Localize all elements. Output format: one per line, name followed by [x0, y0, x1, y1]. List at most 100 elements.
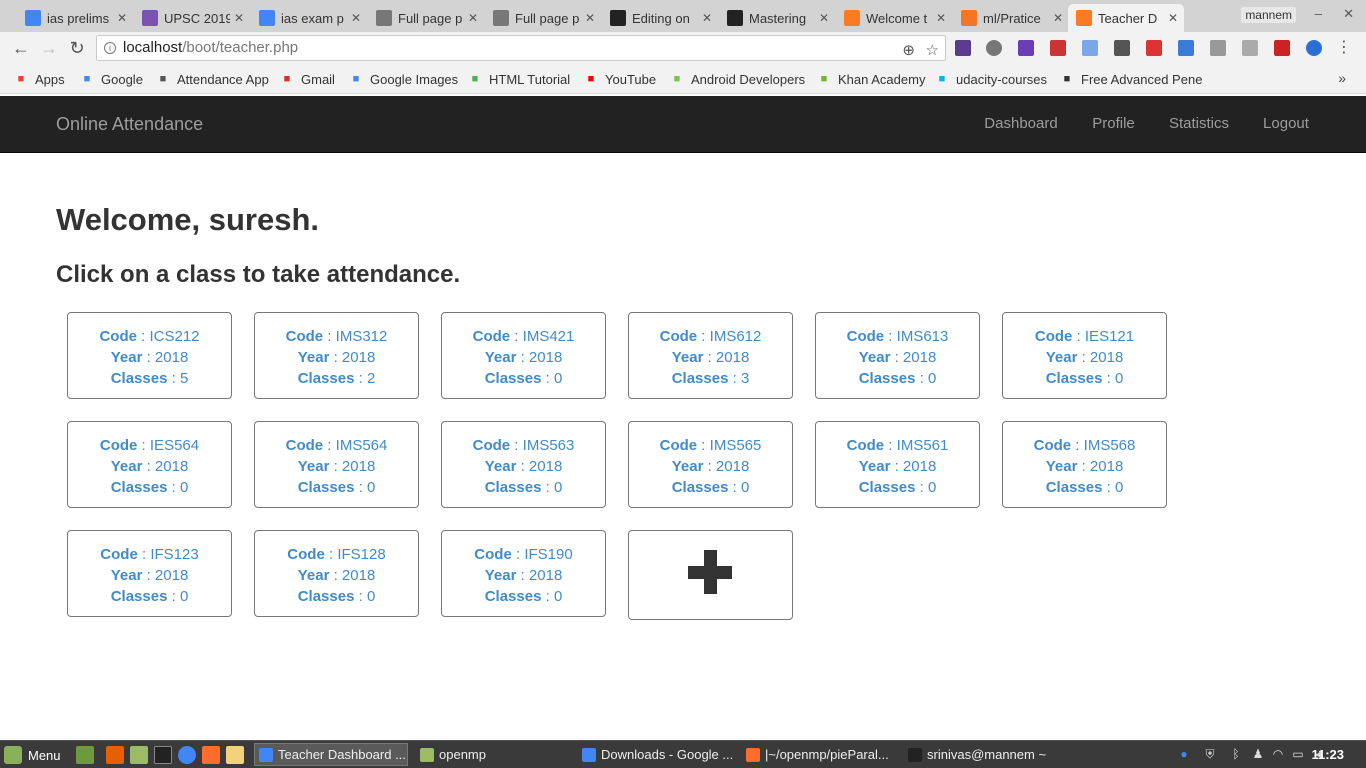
- taskbar-window[interactable]: Teacher Dashboard ...: [254, 743, 408, 766]
- bookmark-item[interactable]: ■ Free Advanced Pene: [1060, 70, 1203, 88]
- close-tab-icon[interactable]: ✕: [234, 11, 244, 25]
- taskbar-window[interactable]: Downloads - Google ...: [578, 743, 732, 766]
- bookmark-item[interactable]: ■ Google: [80, 70, 143, 88]
- browser-tab[interactable]: ias exam p ✕: [251, 4, 367, 32]
- taskbar-window[interactable]: openmp: [416, 743, 570, 766]
- zoom-icon[interactable]: ⊕: [902, 39, 915, 63]
- add-class-button[interactable]: [628, 530, 793, 620]
- jupyter-icon: [961, 10, 977, 26]
- wifi-icon[interactable]: ◠: [1270, 746, 1286, 762]
- close-tab-icon[interactable]: ✕: [1168, 11, 1178, 25]
- class-card[interactable]: Code : IES121 Year : 2018 Classes : 0: [1002, 312, 1167, 399]
- taskbar-window[interactable]: srinivas@mannem ~: [904, 743, 1058, 766]
- extension-icon[interactable]: [1178, 40, 1194, 56]
- close-tab-icon[interactable]: ✕: [585, 11, 595, 25]
- browser-tab[interactable]: Editing on ✕: [602, 4, 718, 32]
- browser-tab[interactable]: Welcome t ✕: [836, 4, 952, 32]
- class-card[interactable]: Code : IFS123 Year : 2018 Classes : 0: [67, 530, 232, 617]
- more-bookmarks-icon[interactable]: »: [1338, 70, 1346, 86]
- browser-tab[interactable]: Full page p ✕: [485, 4, 601, 32]
- class-card[interactable]: Code : IFS190 Year : 2018 Classes : 0: [441, 530, 606, 617]
- bookmark-star-icon[interactable]: ☆: [926, 39, 939, 63]
- taskbar-window[interactable]: |~/openmp/pieParal...: [742, 743, 896, 766]
- terminal-icon[interactable]: [154, 746, 172, 764]
- extension-icon[interactable]: [1018, 40, 1034, 56]
- firefox-icon[interactable]: [106, 746, 124, 764]
- bookmark-item[interactable]: ■ Gmail: [280, 70, 335, 88]
- class-card[interactable]: Code : IMS421 Year : 2018 Classes : 0: [441, 312, 606, 399]
- extension-icon[interactable]: [1146, 40, 1162, 56]
- chrome-tray-icon[interactable]: ●: [1176, 746, 1192, 762]
- bookmark-item[interactable]: ■ udacity-courses: [935, 70, 1047, 88]
- browser-tab[interactable]: Full page p ✕: [368, 4, 484, 32]
- back-icon[interactable]: ←: [10, 37, 32, 59]
- class-card[interactable]: Code : IES564 Year : 2018 Classes : 0: [67, 421, 232, 508]
- bookmark-item[interactable]: ■ Apps: [14, 70, 65, 88]
- extension-icon[interactable]: [986, 40, 1002, 56]
- browser-tab[interactable]: Teacher D ✕: [1068, 4, 1184, 32]
- show-desktop-icon[interactable]: [76, 746, 94, 764]
- browser-menu-icon[interactable]: ⋮: [1336, 37, 1352, 57]
- browser-tab[interactable]: Mastering ✕: [719, 4, 835, 32]
- close-tab-icon[interactable]: ✕: [351, 11, 361, 25]
- reload-icon[interactable]: ↻: [66, 37, 88, 59]
- files-icon[interactable]: [130, 746, 148, 764]
- bookmark-item[interactable]: ■ Google Images: [349, 70, 459, 88]
- bookmark-item[interactable]: ■ Khan Academy: [817, 70, 926, 88]
- close-window-icon[interactable]: ✕: [1343, 6, 1354, 22]
- browser-tab[interactable]: ml/Pratice ✕: [953, 4, 1069, 32]
- extension-icon[interactable]: [955, 40, 971, 56]
- class-card[interactable]: Code : ICS212 Year : 2018 Classes : 5: [67, 312, 232, 399]
- extension-icon[interactable]: [1050, 40, 1066, 56]
- class-classes-line: Classes : 0: [1003, 368, 1166, 389]
- class-card[interactable]: Code : IMS563 Year : 2018 Classes : 0: [441, 421, 606, 508]
- extension-icon[interactable]: [1306, 40, 1322, 56]
- close-tab-icon[interactable]: ✕: [468, 11, 478, 25]
- extension-icon[interactable]: [1210, 40, 1226, 56]
- class-card[interactable]: Code : IMS312 Year : 2018 Classes : 2: [254, 312, 419, 399]
- bluetooth-icon[interactable]: ᛒ: [1228, 746, 1244, 762]
- extension-icon[interactable]: [1274, 40, 1290, 56]
- close-tab-icon[interactable]: ✕: [819, 11, 829, 25]
- site-info-icon[interactable]: i: [104, 42, 116, 54]
- browser-tab[interactable]: ias prelims ✕: [17, 4, 133, 32]
- class-card[interactable]: Code : IMS613 Year : 2018 Classes : 0: [815, 312, 980, 399]
- address-bar[interactable]: i localhost/boot/teacher.php ⊕ ☆: [96, 35, 946, 61]
- sublime-icon[interactable]: [202, 746, 220, 764]
- nav-statistics[interactable]: Statistics: [1152, 96, 1246, 152]
- text-editor-icon[interactable]: [226, 746, 244, 764]
- nav-dashboard[interactable]: Dashboard: [967, 96, 1075, 152]
- extension-icon[interactable]: [1082, 40, 1098, 56]
- bookmark-item[interactable]: ■ Attendance App: [156, 70, 269, 88]
- taskbar-clock[interactable]: 11:23: [1311, 747, 1344, 762]
- nav-profile[interactable]: Profile: [1075, 96, 1152, 152]
- start-menu-button[interactable]: Menu: [4, 746, 61, 764]
- minimize-icon[interactable]: –: [1315, 6, 1322, 21]
- browser-user-label[interactable]: mannem: [1241, 7, 1296, 23]
- app-brand[interactable]: Online Attendance: [56, 114, 203, 135]
- shield-icon[interactable]: ⛨: [1202, 746, 1218, 762]
- class-classes-value: 0: [553, 588, 563, 605]
- nav-logout[interactable]: Logout: [1246, 96, 1326, 152]
- close-tab-icon[interactable]: ✕: [936, 11, 946, 25]
- class-card[interactable]: Code : IMS568 Year : 2018 Classes : 0: [1002, 421, 1167, 508]
- forward-icon[interactable]: →: [38, 37, 60, 59]
- user-icon[interactable]: ♟: [1250, 746, 1266, 762]
- extension-icon[interactable]: [1114, 40, 1130, 56]
- chrome-icon[interactable]: [178, 746, 196, 764]
- class-card[interactable]: Code : IMS561 Year : 2018 Classes : 0: [815, 421, 980, 508]
- close-tab-icon[interactable]: ✕: [117, 11, 127, 25]
- battery-icon[interactable]: ▭: [1290, 746, 1306, 762]
- bookmark-item[interactable]: ■ Android Developers: [670, 70, 806, 88]
- close-tab-icon[interactable]: ✕: [1053, 11, 1063, 25]
- class-classes-value: 0: [740, 479, 750, 496]
- close-tab-icon[interactable]: ✕: [702, 11, 712, 25]
- class-card[interactable]: Code : IMS612 Year : 2018 Classes : 3: [628, 312, 793, 399]
- class-card[interactable]: Code : IMS565 Year : 2018 Classes : 0: [628, 421, 793, 508]
- bookmark-item[interactable]: ■ HTML Tutorial: [468, 70, 570, 88]
- browser-tab[interactable]: UPSC 2019 ✕: [134, 4, 250, 32]
- bookmark-item[interactable]: ■ YouTube: [584, 70, 656, 88]
- extension-icon[interactable]: [1242, 40, 1258, 56]
- class-card[interactable]: Code : IMS564 Year : 2018 Classes : 0: [254, 421, 419, 508]
- class-card[interactable]: Code : IFS128 Year : 2018 Classes : 0: [254, 530, 419, 617]
